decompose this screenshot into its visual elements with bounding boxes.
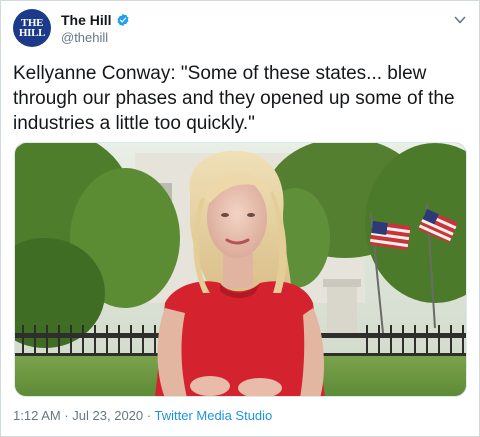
meta-separator: · xyxy=(64,408,69,423)
meta-separator: · xyxy=(146,408,152,423)
author-name-row: The Hill xyxy=(61,12,130,28)
video-thumbnail[interactable] xyxy=(14,142,467,397)
tweet-metadata: 1:12 AM · Jul 23, 2020 · Twitter Media S… xyxy=(13,408,272,423)
tweet-source-link[interactable]: Twitter Media Studio xyxy=(155,408,273,423)
tweet-time[interactable]: 1:12 AM xyxy=(13,408,61,423)
tweet-text: Kellyanne Conway: "Some of these states.… xyxy=(13,63,455,134)
tweet-date[interactable]: Jul 23, 2020 xyxy=(72,408,143,423)
avatar-text-bottom: HILL xyxy=(18,27,46,39)
user-handle[interactable]: @thehill xyxy=(61,30,108,45)
verified-badge-icon xyxy=(117,13,129,27)
avatar[interactable]: THE HILL xyxy=(13,9,51,47)
chevron-down-icon[interactable] xyxy=(453,13,467,27)
video-frame-image xyxy=(15,143,466,396)
tweet-card: THE HILL The Hill @thehill Kellyanne Con… xyxy=(0,0,480,437)
display-name[interactable]: The Hill xyxy=(61,12,112,28)
